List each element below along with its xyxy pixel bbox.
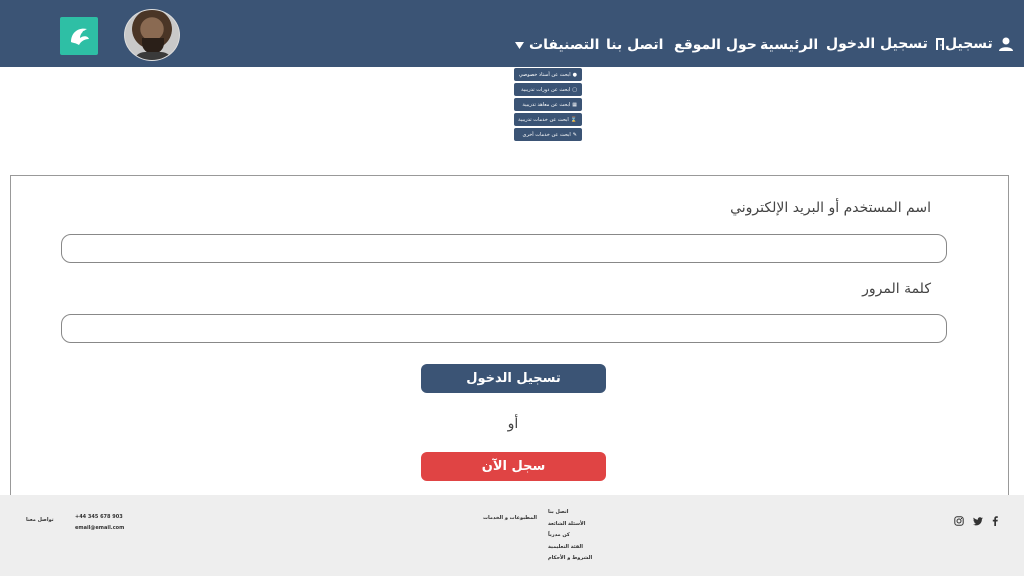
footer-contact-heading: تواصل معنا (26, 517, 54, 523)
user-icon: ● (572, 71, 577, 78)
dropdown-item-label: ابحث عن خدمات تدريبية (518, 116, 569, 123)
caret-down-icon (515, 41, 524, 49)
footer-links: اتصل بنا الأسئلة الشائعة كن مدرباً الفئة… (548, 510, 592, 568)
footer: تواصل معنا +44 345 678 903 email@email.c… (0, 495, 1024, 576)
instagram-icon[interactable] (954, 516, 964, 526)
facebook-icon[interactable] (990, 516, 1000, 526)
password-input[interactable] (61, 314, 947, 343)
nav-register[interactable]: تسجيل (945, 36, 1014, 52)
avatar-shirt (133, 52, 173, 60)
login-button[interactable]: تسجيل الدخول (421, 364, 606, 393)
footer-link[interactable]: الشروط و الأحكام (548, 556, 592, 568)
avatar[interactable] (124, 9, 180, 61)
footer-email[interactable]: email@email.com (75, 525, 124, 531)
dropdown-item-training-services[interactable]: ابحث عن خدمات تدريبية ⌛ (514, 113, 582, 126)
footer-link[interactable]: كن مدرباً (548, 533, 592, 545)
footer-link[interactable]: اتصل بنا (548, 510, 592, 522)
nav-contact-label: اتصل بنا (606, 37, 664, 53)
footer-terms-link[interactable]: المطبوعات و الخدمات (483, 515, 537, 521)
twitter-icon[interactable] (973, 516, 983, 526)
laptop-icon: ▢ (572, 86, 577, 93)
nav-home-label: الرئيسية (760, 37, 819, 53)
nav-login-label: تسجيل الدخول (826, 36, 928, 52)
dropdown-item-other-services[interactable]: ابحث عن خدمات أخرى ✎ (514, 128, 582, 141)
dropdown-item-label: ابحث عن أستاذ خصوصي (518, 71, 571, 78)
edit-icon: ✎ (572, 131, 577, 138)
dropdown-item-label: ابحث عن خدمات أخرى (522, 131, 571, 138)
dropdown-item-tutor[interactable]: ابحث عن أستاذ خصوصي ● (514, 68, 582, 81)
or-separator: أو (507, 416, 519, 432)
username-label: اسم المستخدم أو البريد الإلكتروني (730, 200, 931, 216)
hourglass-icon: ⌛ (570, 116, 577, 123)
nav-categories-label: التصنيفات (529, 37, 600, 53)
dropdown-item-institutes[interactable]: ابحث عن معاهد تدريبية ▦ (514, 98, 582, 111)
login-form: اسم المستخدم أو البريد الإلكتروني كلمة ا… (10, 175, 1009, 505)
site-logo[interactable] (60, 17, 98, 55)
building-icon: ▦ (572, 101, 577, 108)
user-icon (998, 37, 1013, 51)
footer-phone[interactable]: +44 345 678 903 (75, 514, 123, 520)
nav-categories[interactable]: التصنيفات (515, 37, 599, 53)
categories-dropdown: ابحث عن أستاذ خصوصي ● ابحث عن دورات تدري… (514, 68, 582, 143)
nav-login[interactable]: تسجيل الدخول (826, 36, 947, 52)
username-input[interactable] (61, 234, 947, 263)
logo-icon (71, 28, 89, 45)
top-navbar: التصنيفات اتصل بنا حول الموقع الرئيسية ت… (0, 0, 1024, 67)
nav-about[interactable]: حول الموقع (674, 37, 757, 53)
nav-register-label: تسجيل (945, 36, 993, 52)
dropdown-item-courses[interactable]: ابحث عن دورات تدريبية ▢ (514, 83, 582, 96)
register-button[interactable]: سجل الآن (421, 452, 606, 481)
dropdown-item-label: ابحث عن دورات تدريبية (521, 86, 571, 93)
nav-about-label: حول الموقع (674, 37, 757, 53)
dropdown-item-label: ابحث عن معاهد تدريبية (522, 101, 571, 108)
nav-contact[interactable]: اتصل بنا (606, 37, 663, 53)
password-label: كلمة المرور (862, 281, 931, 297)
nav-home[interactable]: الرئيسية (760, 37, 818, 53)
